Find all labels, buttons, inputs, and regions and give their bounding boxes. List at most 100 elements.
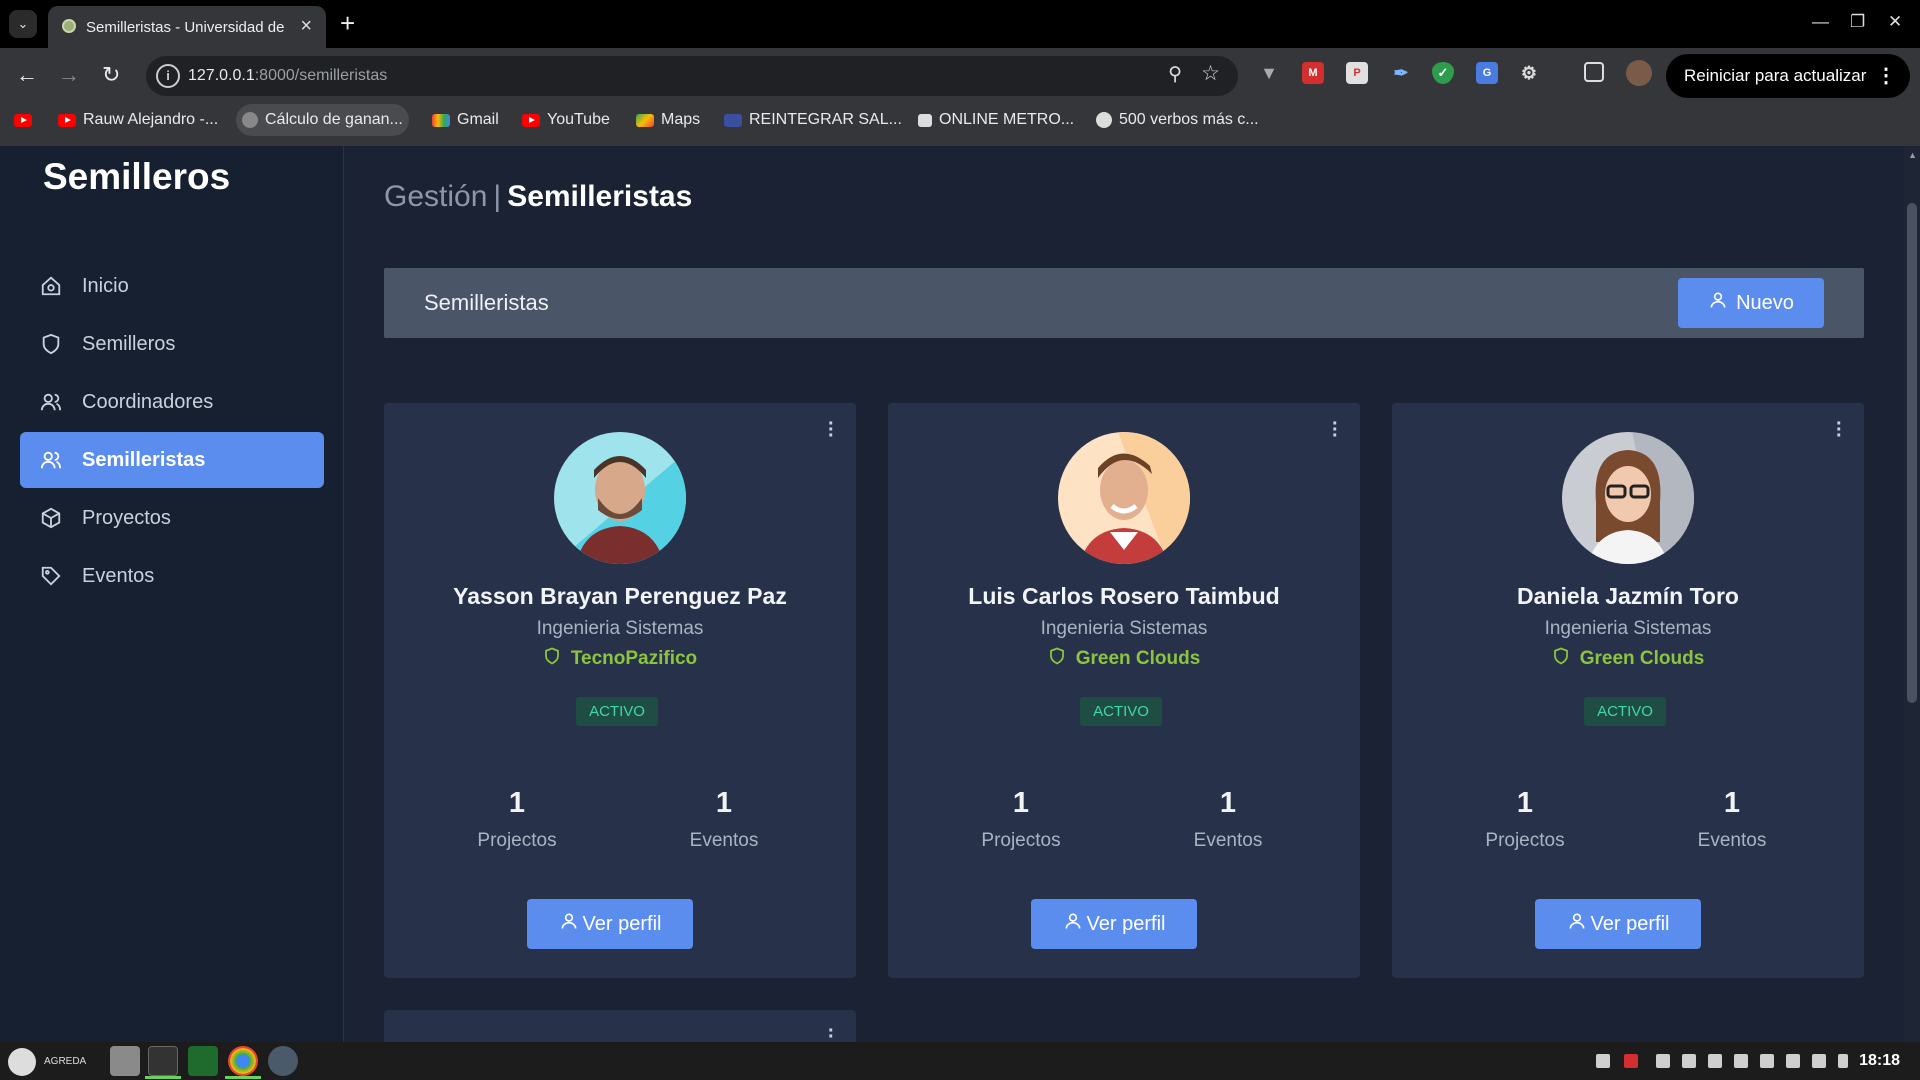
more-options-icon[interactable]: · · · bbox=[828, 414, 835, 446]
events-count: 1 bbox=[715, 787, 733, 819]
bookmark-youtube-shortcut[interactable] bbox=[8, 104, 38, 136]
keyboard-icon[interactable] bbox=[1760, 1054, 1774, 1068]
sidebar-item-label: Semilleristas bbox=[82, 448, 206, 471]
shield-icon bbox=[543, 646, 561, 672]
user-icon bbox=[1567, 911, 1587, 937]
extension-pdf-icon[interactable]: P bbox=[1346, 62, 1368, 84]
projects-label: Projectos bbox=[981, 830, 1061, 851]
bluetooth-icon[interactable] bbox=[1656, 1054, 1670, 1068]
os-taskbar: AGREDA 18:18 bbox=[0, 1042, 1920, 1080]
events-stat: 1 Eventos bbox=[1647, 787, 1817, 852]
address-bar[interactable]: i 127.0.0.1:8000/semilleristas ⚲ ☆ bbox=[146, 56, 1238, 96]
restart-update-button[interactable]: Reiniciar para actualizar ⋮ bbox=[1666, 54, 1910, 98]
tab-search-chevron-icon[interactable]: ⌄ bbox=[9, 10, 37, 38]
more-options-icon[interactable]: · · bbox=[828, 1021, 835, 1042]
sync-icon[interactable] bbox=[1596, 1054, 1610, 1068]
file-manager-icon[interactable] bbox=[110, 1046, 140, 1076]
sidebar-item-proyectos[interactable]: Proyectos bbox=[20, 490, 324, 546]
vue-devtools-icon[interactable]: ▼ bbox=[1258, 62, 1280, 84]
semillero-group: TecnoPazifico bbox=[384, 646, 856, 672]
zoom-icon[interactable]: ⚲ bbox=[1168, 63, 1182, 86]
sidebar-item-semilleros[interactable]: Semilleros bbox=[20, 316, 324, 372]
volume-icon[interactable] bbox=[1812, 1054, 1826, 1068]
forward-icon[interactable]: → bbox=[58, 62, 80, 88]
gpu-icon[interactable] bbox=[1734, 1054, 1748, 1068]
restore-icon[interactable]: ❐ bbox=[1850, 12, 1865, 32]
back-icon[interactable]: ← bbox=[16, 62, 38, 88]
shield-icon bbox=[1552, 646, 1570, 672]
settings-icon[interactable] bbox=[268, 1046, 298, 1076]
bookmark-item[interactable]: 500 verbos más c... bbox=[1090, 104, 1265, 136]
more-options-icon[interactable]: · · · bbox=[1836, 414, 1843, 446]
system-monitor-icon[interactable] bbox=[188, 1046, 218, 1076]
user-icon bbox=[559, 911, 579, 937]
shield-extension-icon[interactable]: ✓ bbox=[1432, 62, 1454, 84]
new-tab-icon[interactable]: + bbox=[340, 8, 355, 39]
battery-icon[interactable] bbox=[1838, 1054, 1848, 1068]
bookmark-item[interactable]: REINTEGRAR SAL... bbox=[718, 104, 908, 136]
clock[interactable]: 18:18 bbox=[1859, 1052, 1900, 1070]
sidebar-item-semilleristas[interactable]: Semilleristas bbox=[20, 432, 324, 488]
scroll-thumb[interactable] bbox=[1907, 203, 1917, 703]
bookmark-item[interactable]: Maps bbox=[630, 104, 706, 136]
bookmark-item[interactable]: Cálculo de ganan... bbox=[236, 104, 409, 136]
extension-red-icon[interactable]: M bbox=[1302, 62, 1324, 84]
side-panel-icon[interactable] bbox=[1584, 62, 1604, 82]
semillero-group: Green Clouds bbox=[888, 646, 1360, 672]
bookmark-item[interactable]: Rauw Alejandro -... bbox=[52, 104, 224, 136]
terminal-icon[interactable] bbox=[148, 1046, 178, 1076]
status-badge: ACTIVO bbox=[576, 697, 658, 726]
section-header: Semilleristas Nuevo bbox=[384, 268, 1864, 338]
eyedropper-icon[interactable]: ✒ bbox=[1390, 62, 1412, 84]
user-avatar-icon[interactable] bbox=[8, 1048, 36, 1076]
sidebar-item-eventos[interactable]: Eventos bbox=[20, 548, 324, 604]
bookmark-item[interactable]: YouTube bbox=[516, 104, 616, 136]
bookmark-item[interactable]: ONLINE METRO... bbox=[912, 104, 1080, 136]
browser-toolbar: ← → ↻ i 127.0.0.1:8000/semilleristas ⚲ ☆… bbox=[0, 48, 1920, 150]
profile-avatar-icon[interactable] bbox=[1626, 60, 1652, 86]
site-icon bbox=[724, 113, 742, 127]
view-profile-button[interactable]: Ver perfil bbox=[1535, 899, 1701, 949]
clipboard-icon[interactable] bbox=[1682, 1054, 1696, 1068]
bookmarks-bar: Rauw Alejandro -... Cálculo de ganan... … bbox=[0, 104, 1920, 146]
semillerista-name: Luis Carlos Rosero Taimbud bbox=[968, 583, 1280, 609]
more-options-icon[interactable]: · · · bbox=[1332, 414, 1339, 446]
app-running-indicator bbox=[145, 1076, 181, 1079]
bookmark-item[interactable]: Gmail bbox=[426, 104, 505, 136]
extensions-puzzle-icon[interactable]: ⚙ bbox=[1518, 62, 1540, 84]
shield-icon bbox=[1048, 646, 1066, 672]
avatar bbox=[1562, 432, 1694, 564]
page-scrollbar[interactable]: ▲ bbox=[1904, 146, 1920, 1042]
vpn-shield-icon[interactable] bbox=[1708, 1054, 1722, 1068]
url-text[interactable]: 127.0.0.1:8000/semilleristas bbox=[188, 67, 387, 85]
bookmark-star-icon[interactable]: ☆ bbox=[1201, 61, 1220, 86]
projects-stat: 1 Projectos bbox=[432, 787, 602, 852]
translate-icon[interactable]: G bbox=[1476, 62, 1498, 84]
anydesk-icon[interactable] bbox=[1624, 1054, 1638, 1068]
sidebar-item-inicio[interactable]: Inicio bbox=[20, 258, 324, 314]
youtube-icon bbox=[58, 113, 76, 127]
events-count: 1 bbox=[1723, 787, 1741, 819]
status-badge: ACTIVO bbox=[1584, 697, 1666, 726]
youtube-icon bbox=[522, 113, 540, 127]
app-running-indicator bbox=[225, 1076, 261, 1079]
view-profile-button[interactable]: Ver perfil bbox=[527, 899, 693, 949]
reload-icon[interactable]: ↻ bbox=[102, 62, 120, 88]
new-semillerista-button[interactable]: Nuevo bbox=[1678, 278, 1824, 328]
site-info-icon[interactable]: i bbox=[156, 64, 180, 88]
browser-tab[interactable]: Semilleristas - Universidad de × bbox=[48, 6, 326, 48]
avatar bbox=[1058, 432, 1190, 564]
close-window-icon[interactable]: ✕ bbox=[1888, 12, 1902, 32]
sidebar-nav: Inicio Semilleros Coordinadores Semiller… bbox=[20, 258, 324, 606]
users-icon bbox=[40, 391, 62, 413]
page-title: Semilleristas bbox=[507, 180, 693, 213]
minimize-icon[interactable]: — bbox=[1812, 12, 1829, 32]
close-tab-icon[interactable]: × bbox=[300, 15, 312, 38]
projects-stat: 1 Projectos bbox=[1440, 787, 1610, 852]
scroll-up-arrow-icon[interactable]: ▲ bbox=[1908, 150, 1917, 160]
wifi-icon[interactable] bbox=[1786, 1054, 1800, 1068]
view-profile-button[interactable]: Ver perfil bbox=[1031, 899, 1197, 949]
sidebar-item-coordinadores[interactable]: Coordinadores bbox=[20, 374, 324, 430]
browser-menu-icon[interactable]: ⋮ bbox=[1876, 54, 1896, 98]
chrome-icon[interactable] bbox=[228, 1046, 258, 1076]
